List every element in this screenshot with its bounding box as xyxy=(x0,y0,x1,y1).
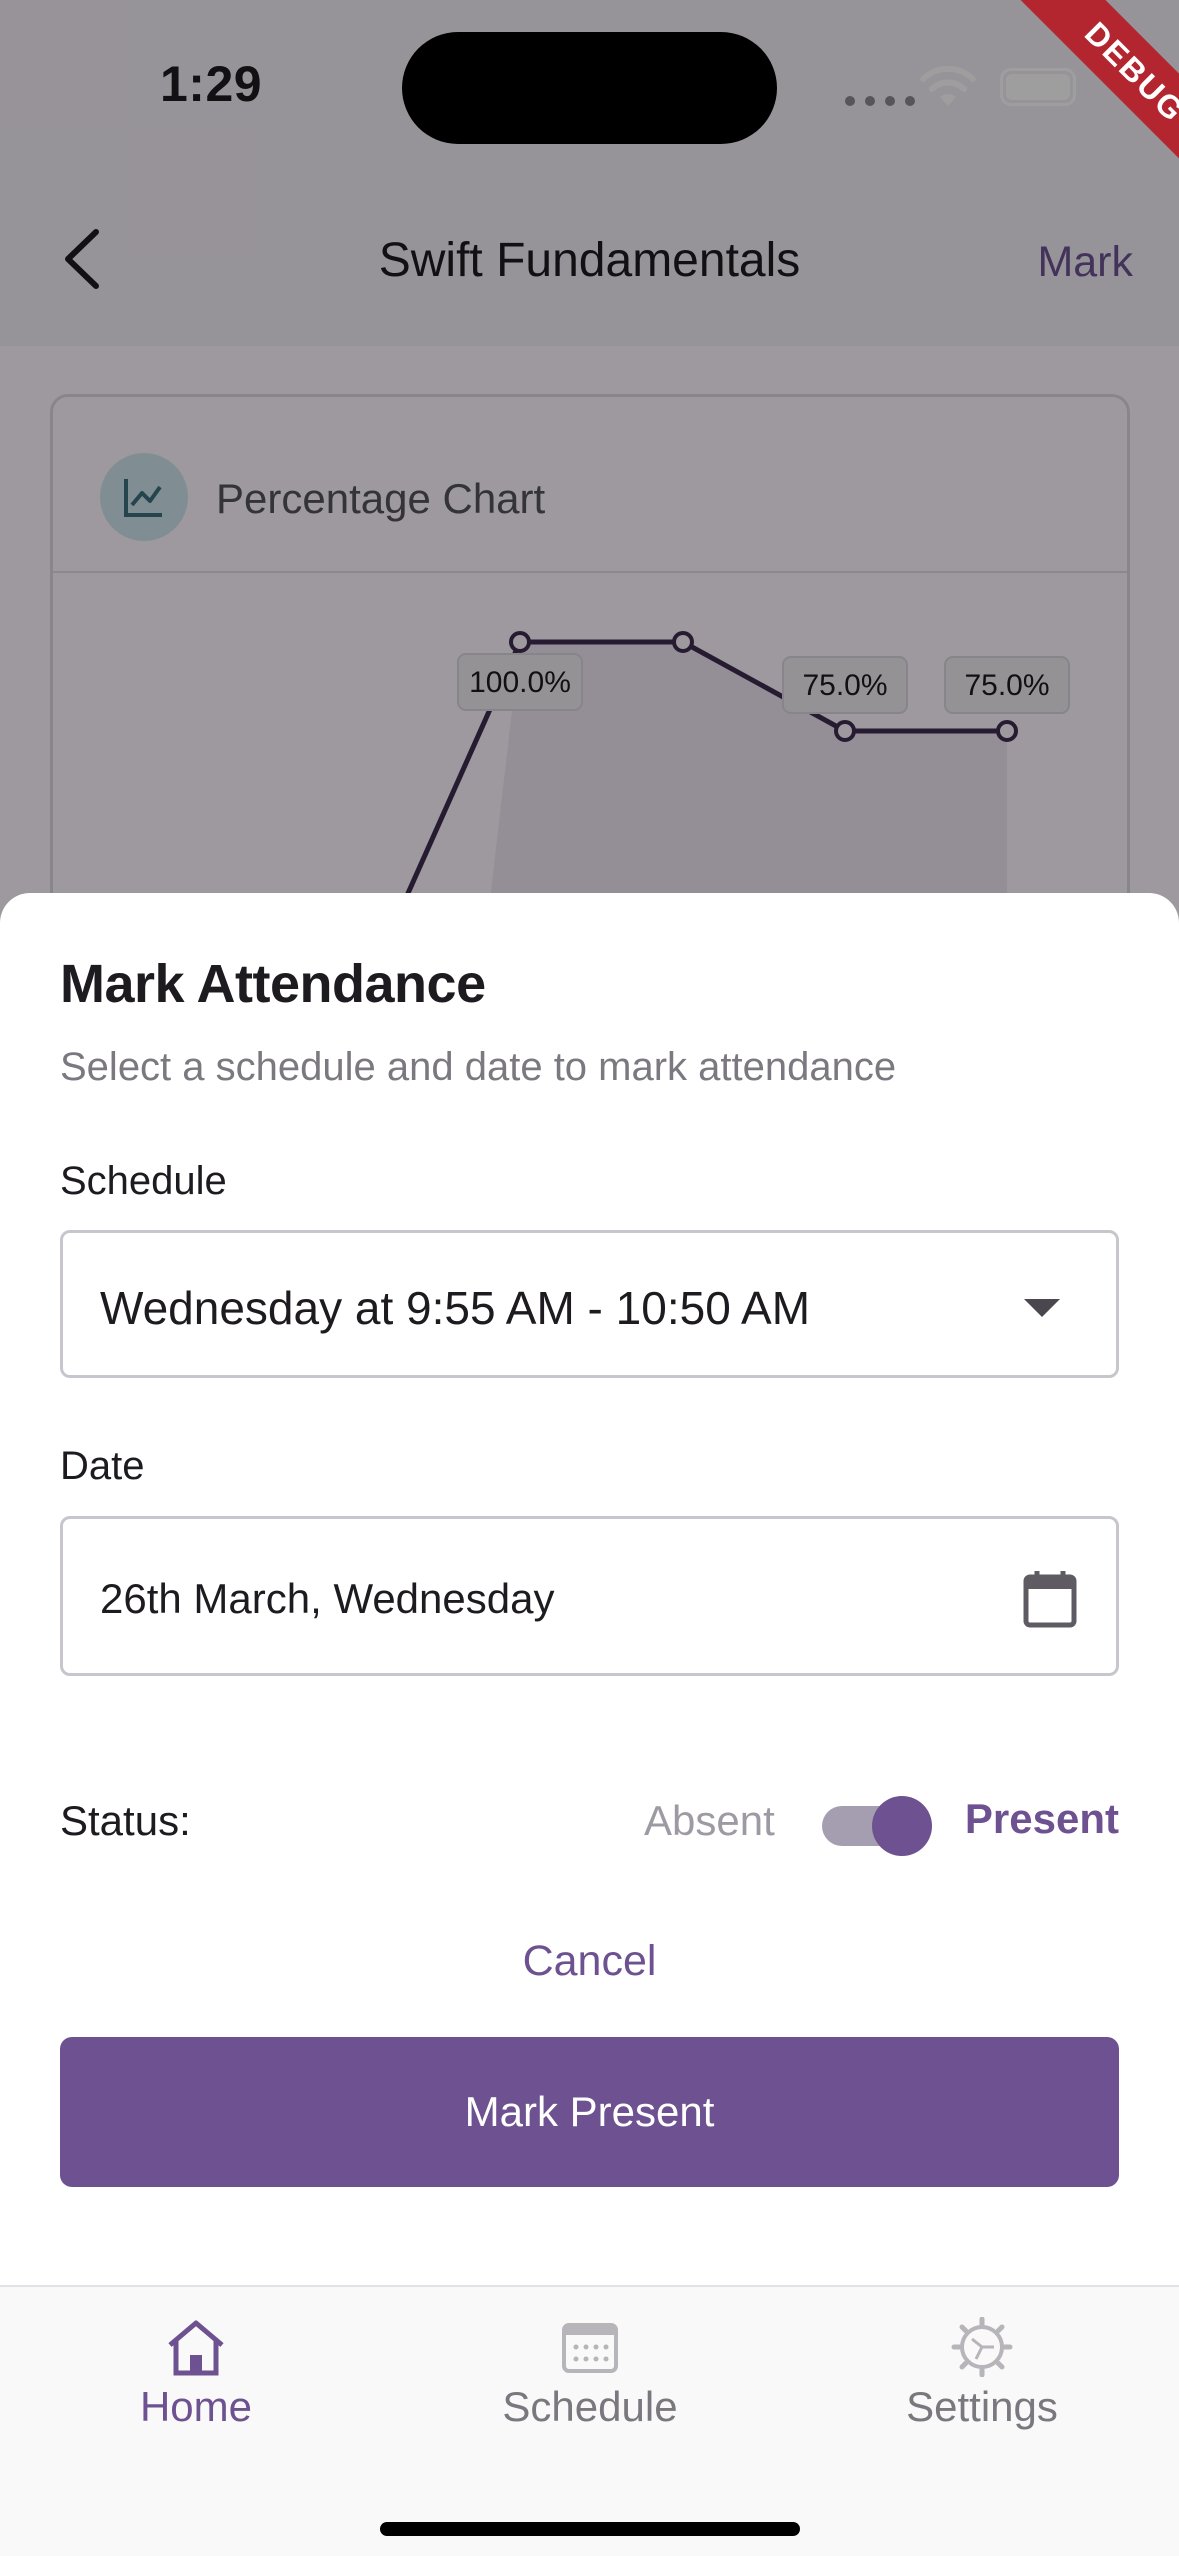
home-icon xyxy=(168,2320,224,2376)
mark-attendance-sheet: Mark Attendance Select a schedule and da… xyxy=(0,893,1179,2285)
sheet-title: Mark Attendance xyxy=(60,954,486,1014)
present-toggle[interactable] xyxy=(820,1796,932,1856)
date-value: 26th March, Wednesday xyxy=(100,1575,555,1622)
dropdown-caret-icon xyxy=(1024,1299,1060,1317)
calendar-icon xyxy=(562,2323,618,2373)
mark-present-button[interactable]: Mark Present xyxy=(60,2037,1119,2187)
sheet-subtitle: Select a schedule and date to mark atten… xyxy=(60,1045,897,1089)
gear-icon xyxy=(951,2317,1013,2377)
schedule-label: Schedule xyxy=(60,1159,227,1203)
nav-label-settings: Settings xyxy=(906,2383,1058,2430)
nav-label-schedule: Schedule xyxy=(502,2383,678,2430)
home-indicator xyxy=(380,2522,800,2536)
date-label: Date xyxy=(60,1444,145,1488)
status-label: Status: xyxy=(60,1797,191,1844)
toggle-thumb xyxy=(872,1796,932,1856)
schedule-value: Wednesday at 9:55 AM - 10:50 AM xyxy=(100,1282,811,1334)
bottom-navigation: Home Schedule Settings xyxy=(0,2285,1179,2556)
schedule-dropdown[interactable]: Wednesday at 9:55 AM - 10:50 AM xyxy=(60,1230,1119,1378)
nav-item-schedule[interactable]: Schedule xyxy=(440,2317,740,2431)
nav-item-settings[interactable]: Settings xyxy=(832,2317,1132,2431)
date-field[interactable]: 26th March, Wednesday xyxy=(60,1516,1119,1676)
cancel-button[interactable]: Cancel xyxy=(0,1937,1179,1986)
calendar-icon[interactable] xyxy=(1022,1569,1078,1629)
absent-label: Absent xyxy=(644,1797,775,1844)
nav-item-home[interactable]: Home xyxy=(46,2317,346,2431)
nav-label-home: Home xyxy=(139,2383,253,2430)
present-label: Present xyxy=(964,1795,1119,1842)
